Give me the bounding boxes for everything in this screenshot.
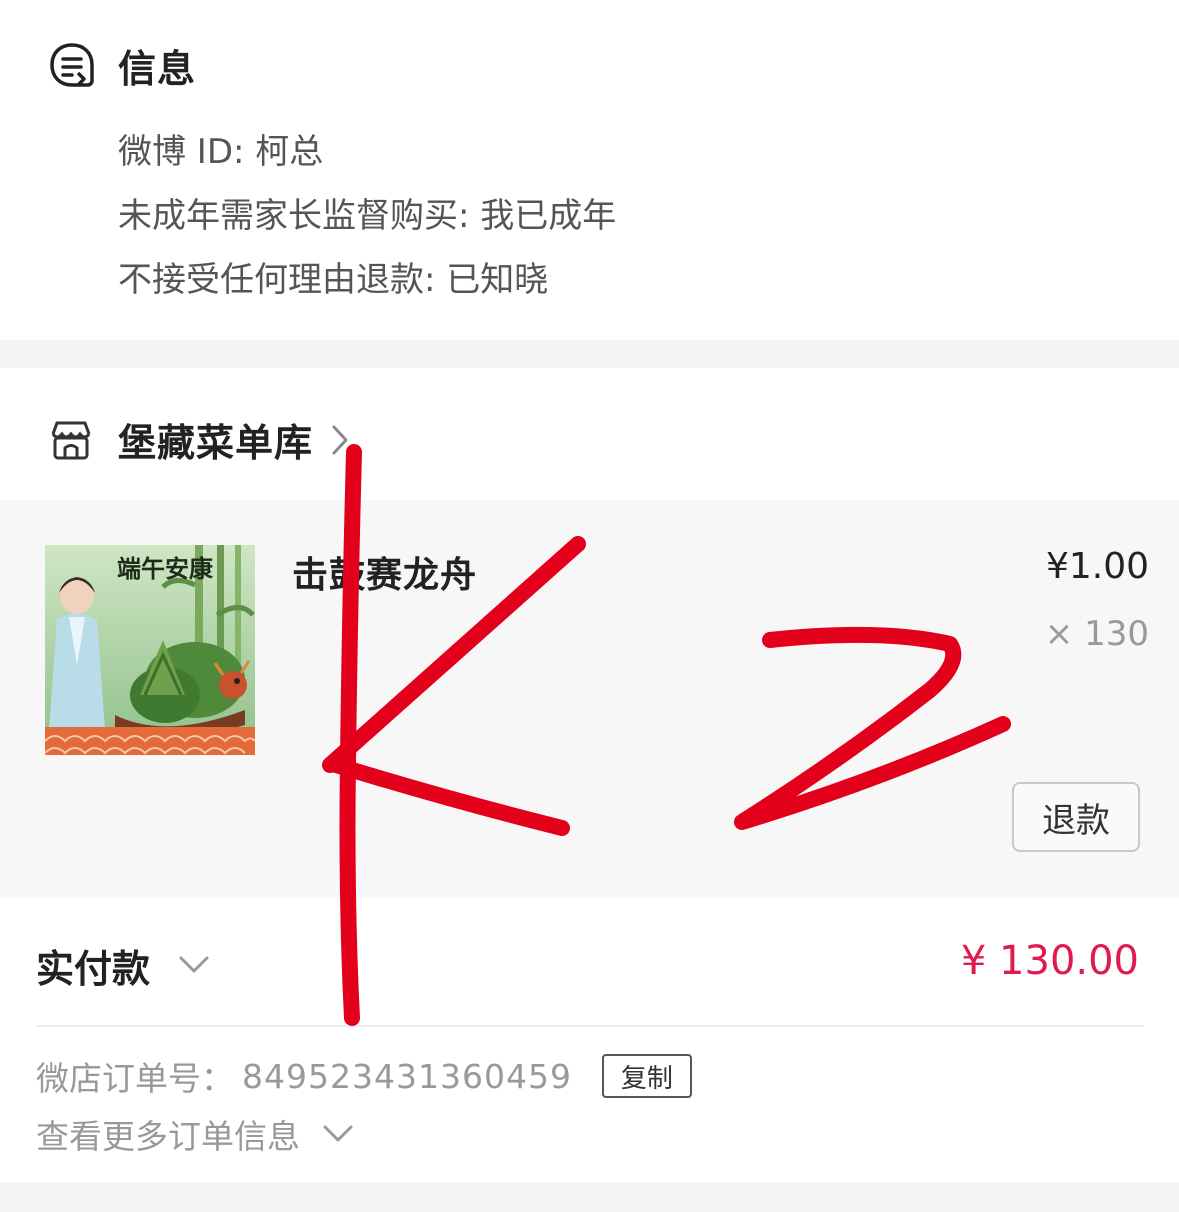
paid-amount-row[interactable]: 实付款 ¥ 130.00: [0, 898, 1179, 1026]
quantity: × 130: [1044, 614, 1149, 654]
shop-name: 堡藏菜单库: [118, 421, 314, 465]
info-header: 信息: [48, 38, 196, 93]
info-line-age-confirm: 未成年需家长监督购买: 我已成年: [118, 196, 617, 236]
order-number-label: 微店订单号：: [36, 1059, 234, 1098]
chevron-right-icon: [329, 423, 351, 457]
order-number: 849523431360459: [242, 1056, 572, 1096]
paid-label: 实付款: [36, 947, 151, 991]
info-section: 信息 微博 ID: 柯总 未成年需家长监督购买: 我已成年 不接受任何理由退款:…: [0, 0, 1179, 340]
thumbnail-calligraphy-1: 端午安康: [117, 554, 214, 583]
store-icon: [48, 418, 94, 462]
chevron-down-icon: [322, 1123, 354, 1145]
divider: [36, 1025, 1144, 1027]
info-line-refund-policy: 不接受任何理由退款: 已知晓: [118, 260, 549, 300]
more-order-info-label: 查看更多订单信息: [36, 1117, 300, 1156]
more-order-info[interactable]: 查看更多订单信息: [36, 1110, 354, 1158]
refund-button[interactable]: 退款: [1012, 782, 1140, 852]
copy-button[interactable]: 复制: [601, 1054, 692, 1098]
chevron-down-icon[interactable]: [178, 954, 210, 976]
info-line-weibo-id: 微博 ID: 柯总: [118, 132, 324, 172]
product-thumbnail[interactable]: 端午安康: [45, 545, 255, 755]
order-section: 堡藏菜单库 端午安康 击鼓赛龙舟 ¥1.00 × 130 退款 实付款 ¥ 13…: [0, 368, 1179, 1182]
info-title: 信息: [118, 47, 197, 91]
message-list-icon: [48, 41, 96, 91]
order-number-row: 微店订单号： 849523431360459 复制: [36, 1052, 692, 1100]
paid-amount: ¥ 130.00: [960, 938, 1139, 984]
order-item[interactable]: 端午安康 击鼓赛龙舟 ¥1.00 × 130 退款: [0, 500, 1179, 898]
product-title[interactable]: 击鼓赛龙舟: [292, 546, 477, 598]
shop-link[interactable]: 堡藏菜单库: [48, 412, 351, 467]
unit-price: ¥1.00: [1045, 546, 1149, 587]
